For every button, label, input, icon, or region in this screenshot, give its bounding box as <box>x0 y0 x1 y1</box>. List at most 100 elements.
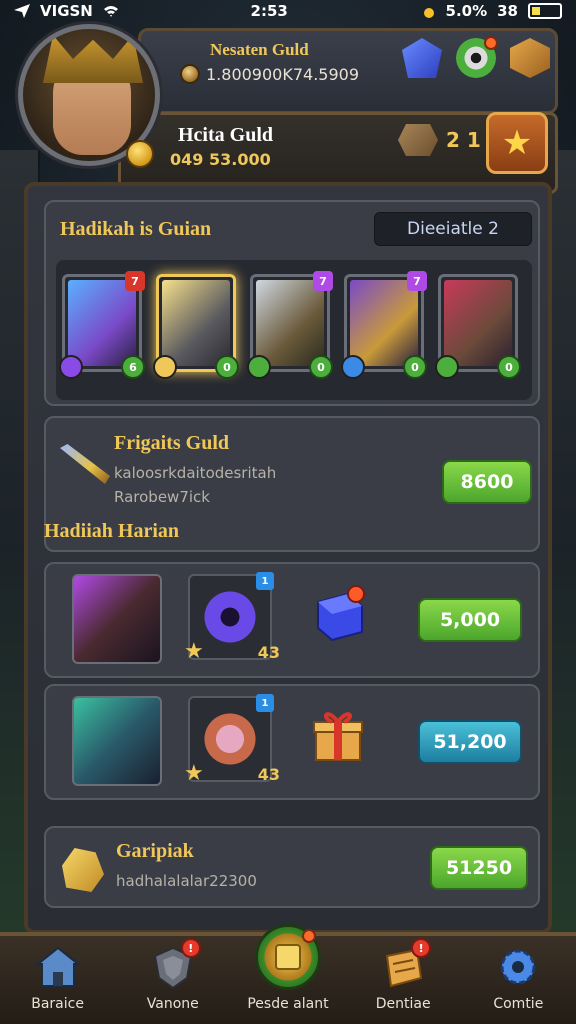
status-bar: VIGSN 2:53 5.0% 38 <box>0 0 576 22</box>
bonus-claim-button[interactable]: 51250 <box>430 846 528 890</box>
item-count: 43 <box>257 765 280 784</box>
gift-description-2: Rarobew7ick <box>114 488 210 506</box>
reward-hero-portrait <box>72 574 162 664</box>
battery-icon <box>528 3 562 19</box>
nav-item-pesde-alant[interactable]: Pesde alant <box>238 924 338 1012</box>
coin-icon <box>126 140 154 168</box>
reward-item-slot[interactable]: 1 ★ 43 <box>184 572 280 664</box>
box-button[interactable] <box>510 38 550 78</box>
shield-icon: ! <box>149 938 201 990</box>
item-count: 43 <box>257 643 280 662</box>
notification-badge <box>301 929 316 943</box>
hero-portrait <box>350 280 418 366</box>
hero-card[interactable]: 0 <box>153 274 239 379</box>
hero-portrait <box>256 280 324 366</box>
gem-icon <box>402 38 442 78</box>
gift-title: Frigaits Guld <box>114 432 230 454</box>
player-name: Hcita Guld <box>178 124 274 146</box>
heroes-tag[interactable]: Dieeiatle 2 <box>374 212 532 246</box>
hero-rarity-badge: 7 <box>125 271 145 291</box>
location-arrow-icon <box>14 4 30 18</box>
clock: 2:53 <box>250 2 288 20</box>
reward-item-icon <box>198 584 262 650</box>
hero-portrait <box>162 280 230 366</box>
hero-level: 0 <box>309 355 333 379</box>
hero-element-icon <box>153 355 177 379</box>
notification-badge: ! <box>180 938 201 958</box>
gold-nugget-icon <box>62 848 104 892</box>
nav-label: Baraice <box>31 996 84 1012</box>
nav-item-baraice[interactable]: Baraice <box>8 944 108 1012</box>
rank-display: 2 1 <box>398 124 481 156</box>
gear-icon <box>494 944 542 990</box>
avatar-helmet <box>43 35 143 83</box>
reward-item-icon <box>198 706 262 772</box>
heroes-title: Hadikah is Guian <box>60 218 212 240</box>
daily-reward-row: 1 ★ 43 5,000 <box>44 562 540 678</box>
hero-element-icon <box>435 355 459 379</box>
scroll-icon: ! <box>379 938 432 990</box>
hero-element-icon <box>247 355 271 379</box>
blue-box-icon <box>308 584 368 644</box>
player-gold: 049 53.000 <box>170 150 271 169</box>
star-icon: ★ <box>501 123 533 163</box>
nav-label: Dentiae <box>375 996 431 1012</box>
gem-button[interactable] <box>402 38 442 78</box>
top-icon-bar <box>402 36 550 78</box>
hero-element-icon <box>341 355 365 379</box>
house-icon <box>34 944 82 990</box>
hero-portrait <box>68 280 136 366</box>
guild-coins-row: 1.800900K74.5909 <box>180 64 359 84</box>
guild-coins: 1.800900K74.5909 <box>206 64 359 84</box>
signal-label: 38 <box>497 2 518 20</box>
bonus-reward-panel: Garipiak hadhalalalar22300 51250 <box>44 826 540 908</box>
hero-card[interactable]: 70 <box>247 271 333 379</box>
notification-badge: ! <box>411 938 432 958</box>
target-button[interactable] <box>456 36 498 78</box>
item-quantity-badge: 1 <box>256 572 274 590</box>
coin-icon <box>180 64 200 84</box>
nav-label: Comtie <box>493 996 544 1012</box>
box-icon <box>510 38 550 78</box>
gift-box-icon <box>308 706 368 766</box>
reward-claim-button[interactable]: 5,000 <box>418 598 522 642</box>
nav-item-comtie[interactable]: Comtie <box>468 944 568 1012</box>
star-button[interactable]: ★ <box>486 112 548 174</box>
hero-card[interactable]: 0 <box>435 274 521 379</box>
gift-description: kaloosrkdaitodesritah <box>114 464 277 482</box>
hero-rarity-badge: 7 <box>407 271 427 291</box>
hero-rarity-badge: 7 <box>313 271 333 291</box>
battery-percent: 5.0% <box>445 2 488 20</box>
nav-label: Pesde alant <box>247 996 329 1012</box>
daily-reward-title: Hadiiah Harian <box>44 520 180 542</box>
sword-icon <box>60 444 110 484</box>
hero-level: 0 <box>403 355 427 379</box>
nav-label: Vanone <box>146 996 199 1012</box>
nav-item-dentiae[interactable]: ! Dentiae <box>353 938 453 1012</box>
guild-header: Nesaten Guld 1.800900K74.5909 Hcita Guld… <box>18 24 558 194</box>
star-icon: ★ <box>184 639 204 664</box>
hero-element-icon <box>59 355 83 379</box>
hero-level: 6 <box>121 355 145 379</box>
hero-card[interactable]: 70 <box>341 271 427 379</box>
reward-hero-portrait <box>72 696 162 786</box>
notification-badge <box>484 36 498 50</box>
reward-item-slot[interactable]: 1 ★ 43 <box>184 694 280 786</box>
star-icon: ★ <box>184 761 204 786</box>
nav-item-vanone[interactable]: ! Vanone <box>123 938 223 1012</box>
main-panel: Hadikah is Guian Dieeiatle 2 76070700 Fr… <box>24 182 552 934</box>
reward-claim-button[interactable]: 51,200 <box>418 720 522 764</box>
daily-reward-row: 1 ★ 43 51,200 <box>44 684 540 800</box>
hero-level: 0 <box>215 355 239 379</box>
bottom-navigation: Baraice! Vanone Pesde alant! Dentiae Comtie <box>0 924 576 1024</box>
guild-icon <box>254 924 321 990</box>
guild-name: Nesaten Guld <box>210 40 309 59</box>
sun-icon <box>420 4 436 18</box>
hero-card[interactable]: 76 <box>59 271 145 379</box>
gift-claim-button[interactable]: 8600 <box>442 460 532 504</box>
bonus-title: Garipiak <box>116 840 194 862</box>
heroes-panel: Hadikah is Guian Dieeiatle 2 76070700 <box>44 200 540 406</box>
item-quantity-badge: 1 <box>256 694 274 712</box>
carrier-label: VIGSN <box>40 2 93 20</box>
hero-portrait <box>444 280 512 366</box>
